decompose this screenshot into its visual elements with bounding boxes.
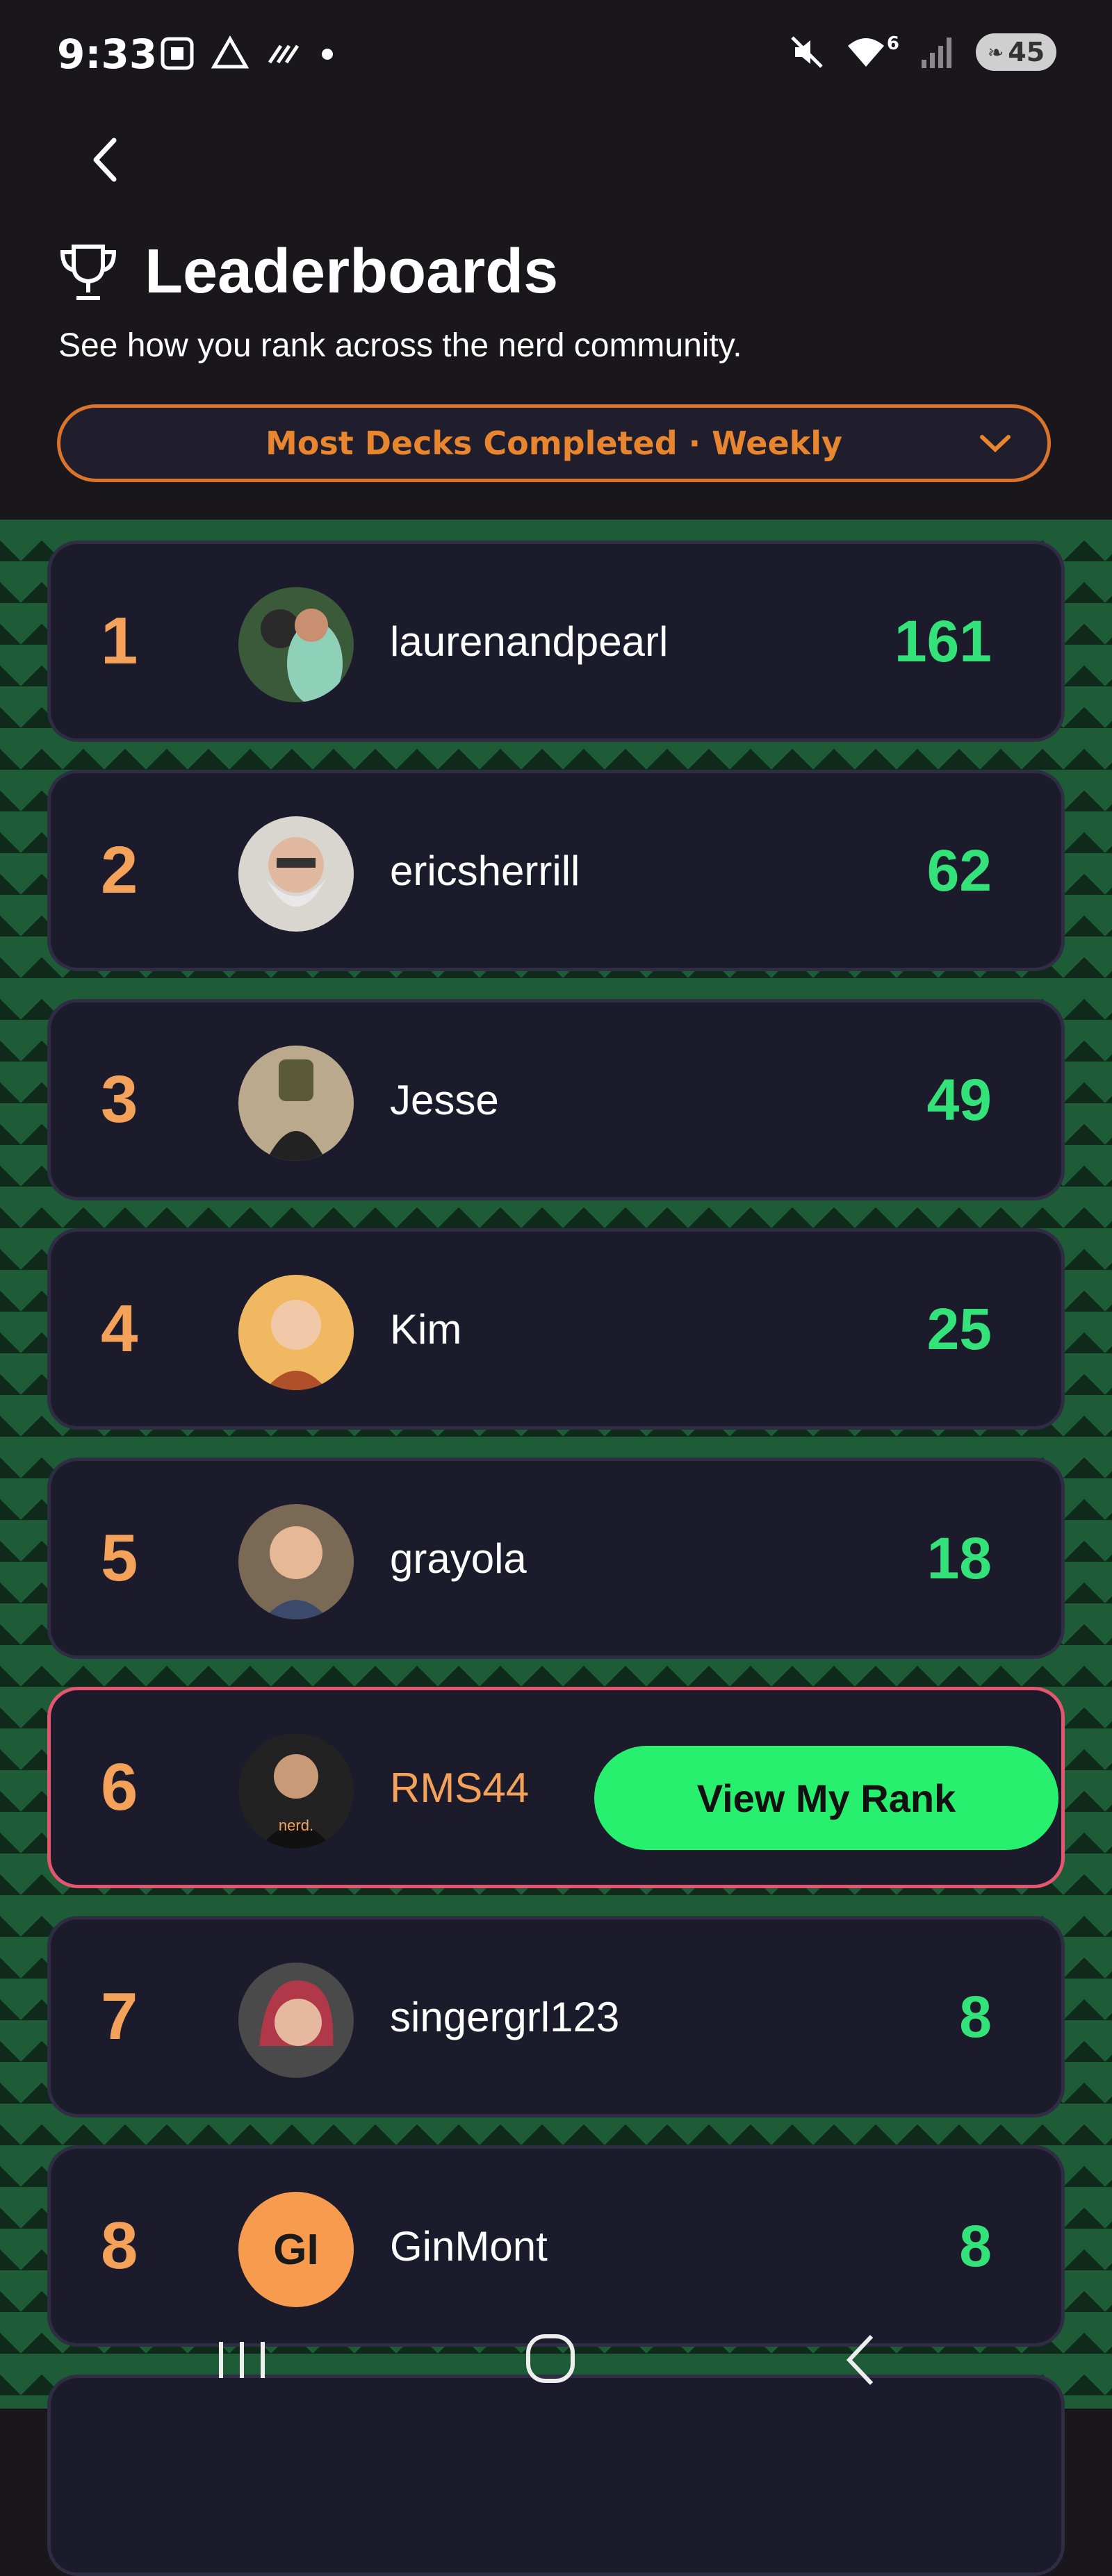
avatar — [238, 1963, 354, 2078]
username: ericsherrill — [390, 847, 580, 894]
page-title: Leaderboards — [145, 237, 559, 306]
score: 49 — [926, 1066, 992, 1132]
username: Kim — [390, 1305, 462, 1353]
status-bar: 9:33 6 ❧ 45 — [0, 0, 1112, 111]
username: Jesse — [390, 1076, 499, 1123]
system-back-icon[interactable] — [820, 2325, 903, 2395]
trophy-icon — [60, 244, 117, 300]
battery-level: 45 — [1008, 37, 1045, 67]
username: singergrl123 — [390, 1993, 620, 2040]
username: RMS44 — [390, 1764, 530, 1811]
system-nav-bar — [0, 2311, 1112, 2409]
status-icons-left — [158, 35, 338, 72]
status-time: 9:33 — [57, 31, 158, 78]
rank-number: 2 — [101, 833, 138, 907]
rank-number: 3 — [101, 1062, 138, 1137]
rank-number: 1 — [101, 604, 138, 678]
recent-apps-icon[interactable] — [200, 2325, 284, 2395]
title-row: Leaderboards — [57, 236, 558, 308]
screenshot-icon — [161, 37, 194, 70]
leaderboard-row[interactable]: 3 Jesse 49 — [47, 999, 1065, 1200]
wifi-icon — [847, 38, 884, 67]
home-icon[interactable] — [509, 2325, 592, 2395]
leaderboard-row[interactable]: 5 grayola 18 — [47, 1458, 1065, 1659]
leaderboard-row[interactable]: 4 Kim 25 — [47, 1228, 1065, 1430]
score: 25 — [926, 1296, 992, 1362]
nfc-icon — [268, 44, 300, 64]
username: grayola — [390, 1535, 527, 1582]
leaderboard-filter-dropdown[interactable]: Most Decks Completed · Weekly — [57, 404, 1051, 482]
score: 8 — [959, 1983, 992, 2049]
avatar — [238, 1275, 354, 1390]
avatar — [238, 1046, 354, 1161]
page-subtitle: See how you rank across the nerd communi… — [58, 327, 742, 364]
wifi-indicator: 6 — [845, 33, 899, 71]
cell-signal-icon — [922, 38, 951, 68]
dot-icon — [322, 49, 333, 60]
leaderboard-row[interactable]: 2 ericsherrill 62 — [47, 770, 1065, 971]
rank-number: 4 — [101, 1291, 138, 1366]
avatar-initials: GI — [238, 2192, 354, 2307]
rank-number: 6 — [101, 1750, 138, 1824]
avatar — [238, 1504, 354, 1619]
status-icons-right: 6 ❧ 45 — [788, 33, 1056, 71]
filter-label: Most Decks Completed · Weekly — [265, 424, 843, 462]
avatar — [238, 816, 354, 932]
username: laurenandpearl — [390, 618, 669, 665]
view-my-rank-button[interactable]: View My Rank — [594, 1746, 1058, 1850]
battery-saver-icon: ❧ — [987, 40, 1004, 64]
avatar — [238, 587, 354, 702]
battery-indicator: ❧ 45 — [976, 33, 1056, 71]
score: 62 — [926, 837, 992, 903]
score: 161 — [894, 608, 992, 674]
leaderboard-row-current-user[interactable]: 6 nerd. RMS44 View My Rank — [47, 1687, 1065, 1888]
score: 18 — [926, 1525, 992, 1591]
mute-icon — [791, 36, 823, 68]
leaderboard-list: 1 laurenandpearl 161 2 ericsherrill 62 3… — [0, 520, 1112, 2576]
leaderboard-row[interactable]: 7 singergrl123 8 — [47, 1916, 1065, 2117]
drive-icon — [211, 35, 249, 69]
back-arrow-icon[interactable] — [83, 132, 125, 188]
chevron-down-icon — [980, 435, 1011, 453]
wifi-badge: 6 — [886, 33, 899, 54]
leaderboard-row[interactable]: 1 laurenandpearl 161 — [47, 540, 1065, 742]
rank-number: 5 — [101, 1521, 138, 1595]
rank-number: 7 — [101, 1979, 138, 2054]
avatar: nerd. — [238, 1733, 354, 1849]
avatar-shirt-text: nerd. — [279, 1817, 313, 1834]
